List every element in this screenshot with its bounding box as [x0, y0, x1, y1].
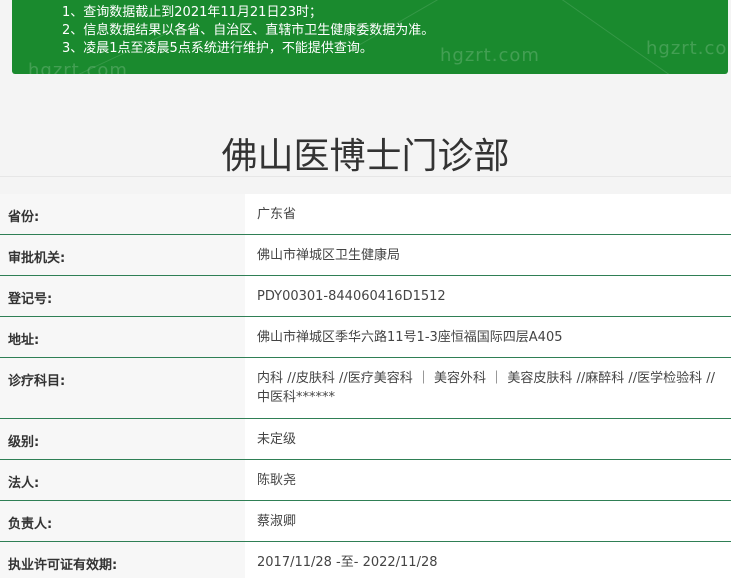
row-label: 负责人: [0, 501, 246, 541]
row-value: 佛山市禅城区季华六路11号1-3座恒福国际四层A405 [246, 317, 731, 357]
table-row-registration-number: 登记号: PDY00301-844060416D1512 [0, 276, 731, 317]
row-label: 执业许可证有效期: [0, 542, 246, 578]
watermark: hgzrt.com [28, 60, 128, 74]
notice-line-1: 1、查询数据截止到2021年11月21日23时； [62, 5, 322, 20]
row-value: 陈耿尧 [246, 460, 731, 500]
page: 1、查询数据截止到2021年11月21日23时； 2、信息数据结果以各省、自治区… [0, 0, 731, 578]
row-value: 2017/11/28 -至- 2022/11/28 [246, 542, 731, 578]
table-row-address: 地址: 佛山市禅城区季华六路11号1-3座恒福国际四层A405 [0, 317, 731, 358]
row-label: 诊疗科目: [0, 358, 246, 418]
row-label: 审批机关: [0, 235, 246, 275]
row-label: 地址: [0, 317, 246, 357]
row-value: 未定级 [246, 419, 731, 459]
notice-line-3: 3、凌晨1点至凌晨5点系统进行维护，不能提供查询。 [62, 41, 373, 56]
info-table: 省份: 广东省 审批机关: 佛山市禅城区卫生健康局 登记号: PDY00301-… [0, 194, 731, 578]
row-label: 级别: [0, 419, 246, 459]
notice-banner: 1、查询数据截止到2021年11月21日23时； 2、信息数据结果以各省、自治区… [12, 0, 728, 74]
row-value: 佛山市禅城区卫生健康局 [246, 235, 731, 275]
row-label: 省份: [0, 194, 246, 234]
row-label: 登记号: [0, 276, 246, 316]
table-row-person-in-charge: 负责人: 蔡淑卿 [0, 501, 731, 542]
title-area: 佛山医博士门诊部 [0, 100, 731, 177]
row-value: 蔡淑卿 [246, 501, 731, 541]
table-row-license-validity: 执业许可证有效期: 2017/11/28 -至- 2022/11/28 [0, 542, 731, 578]
table-row-level: 级别: 未定级 [0, 419, 731, 460]
row-value: 广东省 [246, 194, 731, 234]
row-value: 内科 //皮肤科 //医疗美容科 ｜ 美容外科 ｜ 美容皮肤科 //麻醉科 //… [246, 358, 731, 418]
page-title: 佛山医博士门诊部 [221, 136, 510, 178]
table-row-province: 省份: 广东省 [0, 194, 731, 235]
row-value: PDY00301-844060416D1512 [246, 276, 731, 316]
row-label: 法人: [0, 460, 246, 500]
table-row-approval-authority: 审批机关: 佛山市禅城区卫生健康局 [0, 235, 731, 276]
notice-line-2: 2、信息数据结果以各省、自治区、直辖市卫生健康委数据为准。 [62, 23, 435, 38]
table-row-departments: 诊疗科目: 内科 //皮肤科 //医疗美容科 ｜ 美容外科 ｜ 美容皮肤科 //… [0, 358, 731, 419]
table-row-legal-person: 法人: 陈耿尧 [0, 460, 731, 501]
